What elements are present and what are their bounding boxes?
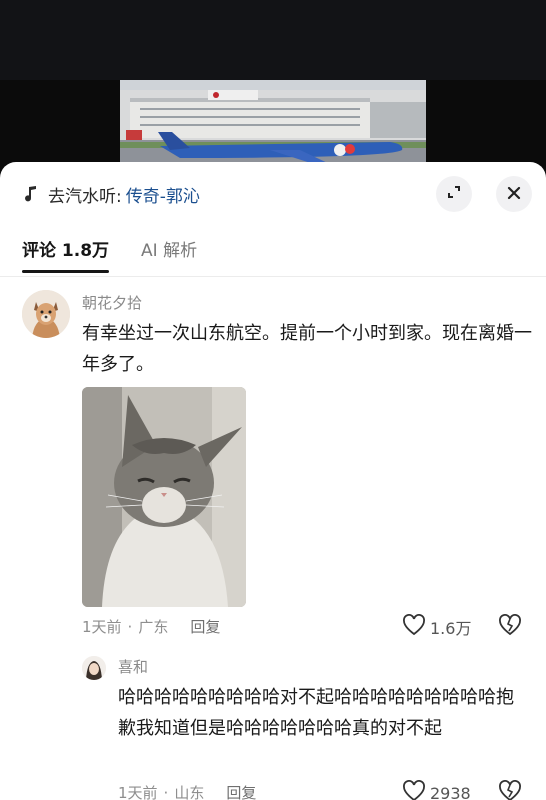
broken-heart-icon [498,614,522,640]
reply-meta: 1天前 · 山东 回复 [118,782,256,800]
comment-author[interactable]: 朝花夕拾 [82,292,142,313]
heart-icon [402,614,430,640]
reply-location: 山东 [174,784,205,800]
like-button[interactable]: 1.6万 [402,614,471,640]
music-link-row[interactable]: 去汽水听: 传奇-郭沁 [22,180,200,208]
reply-avatar[interactable] [82,656,106,680]
comment-meta: 1天前 · 广东 回复 [82,616,220,637]
meta-separator: · [127,617,133,636]
music-prefix: 去汽水听: [48,186,122,207]
reply-author[interactable]: 喜和 [118,656,148,677]
music-title-link[interactable]: 传奇-郭沁 [126,182,200,207]
reply-button[interactable]: 回复 [190,616,220,637]
comment-sheet: 去汽水听: 传奇-郭沁 评论 1.8万 AI 解析 朝花夕拾 有幸坐过一次山东航… [0,162,546,800]
heart-icon [402,780,430,800]
music-note-icon [22,185,40,203]
video-topbar [0,0,546,80]
dislike-button[interactable] [498,614,522,640]
tab-ai-analysis-label: AI 解析 [141,241,198,261]
video-area[interactable] [0,0,546,178]
comment-location: 广东 [138,618,169,636]
comment-image[interactable] [82,387,246,607]
tab-comments-label: 评论 1.8万 [22,241,110,261]
reply-like-button[interactable]: 2938 [402,780,471,800]
tab-ai-analysis[interactable]: AI 解析 [141,236,197,273]
reply-reply-button[interactable]: 回复 [226,782,256,800]
close-icon [507,185,521,204]
tab-comments[interactable]: 评论 1.8万 [22,236,110,273]
active-tab-indicator [22,270,110,273]
close-button[interactable] [496,176,532,212]
tabs-divider [0,276,546,277]
comment-time: 1天前 [82,618,122,636]
expand-button[interactable] [436,176,472,212]
broken-heart-icon [498,780,522,800]
avatar[interactable] [22,290,70,338]
reply-like-count: 2938 [430,783,471,800]
comment-tabs: 评论 1.8万 AI 解析 [22,236,197,276]
comment-text: 有幸坐过一次山东航空。提前一个小时到家。现在离婚一年多了。 [82,323,532,375]
reply-dislike-button[interactable] [498,780,522,800]
reply-time: 1天前 [118,784,158,800]
like-count: 1.6万 [430,619,472,638]
meta-separator: · [163,783,169,800]
expand-icon [446,184,462,204]
reply-text: 哈哈哈哈哈哈哈哈哈对不起哈哈哈哈哈哈哈哈哈抱歉我知道但是哈哈哈哈哈哈哈真的对不起 [118,687,514,739]
